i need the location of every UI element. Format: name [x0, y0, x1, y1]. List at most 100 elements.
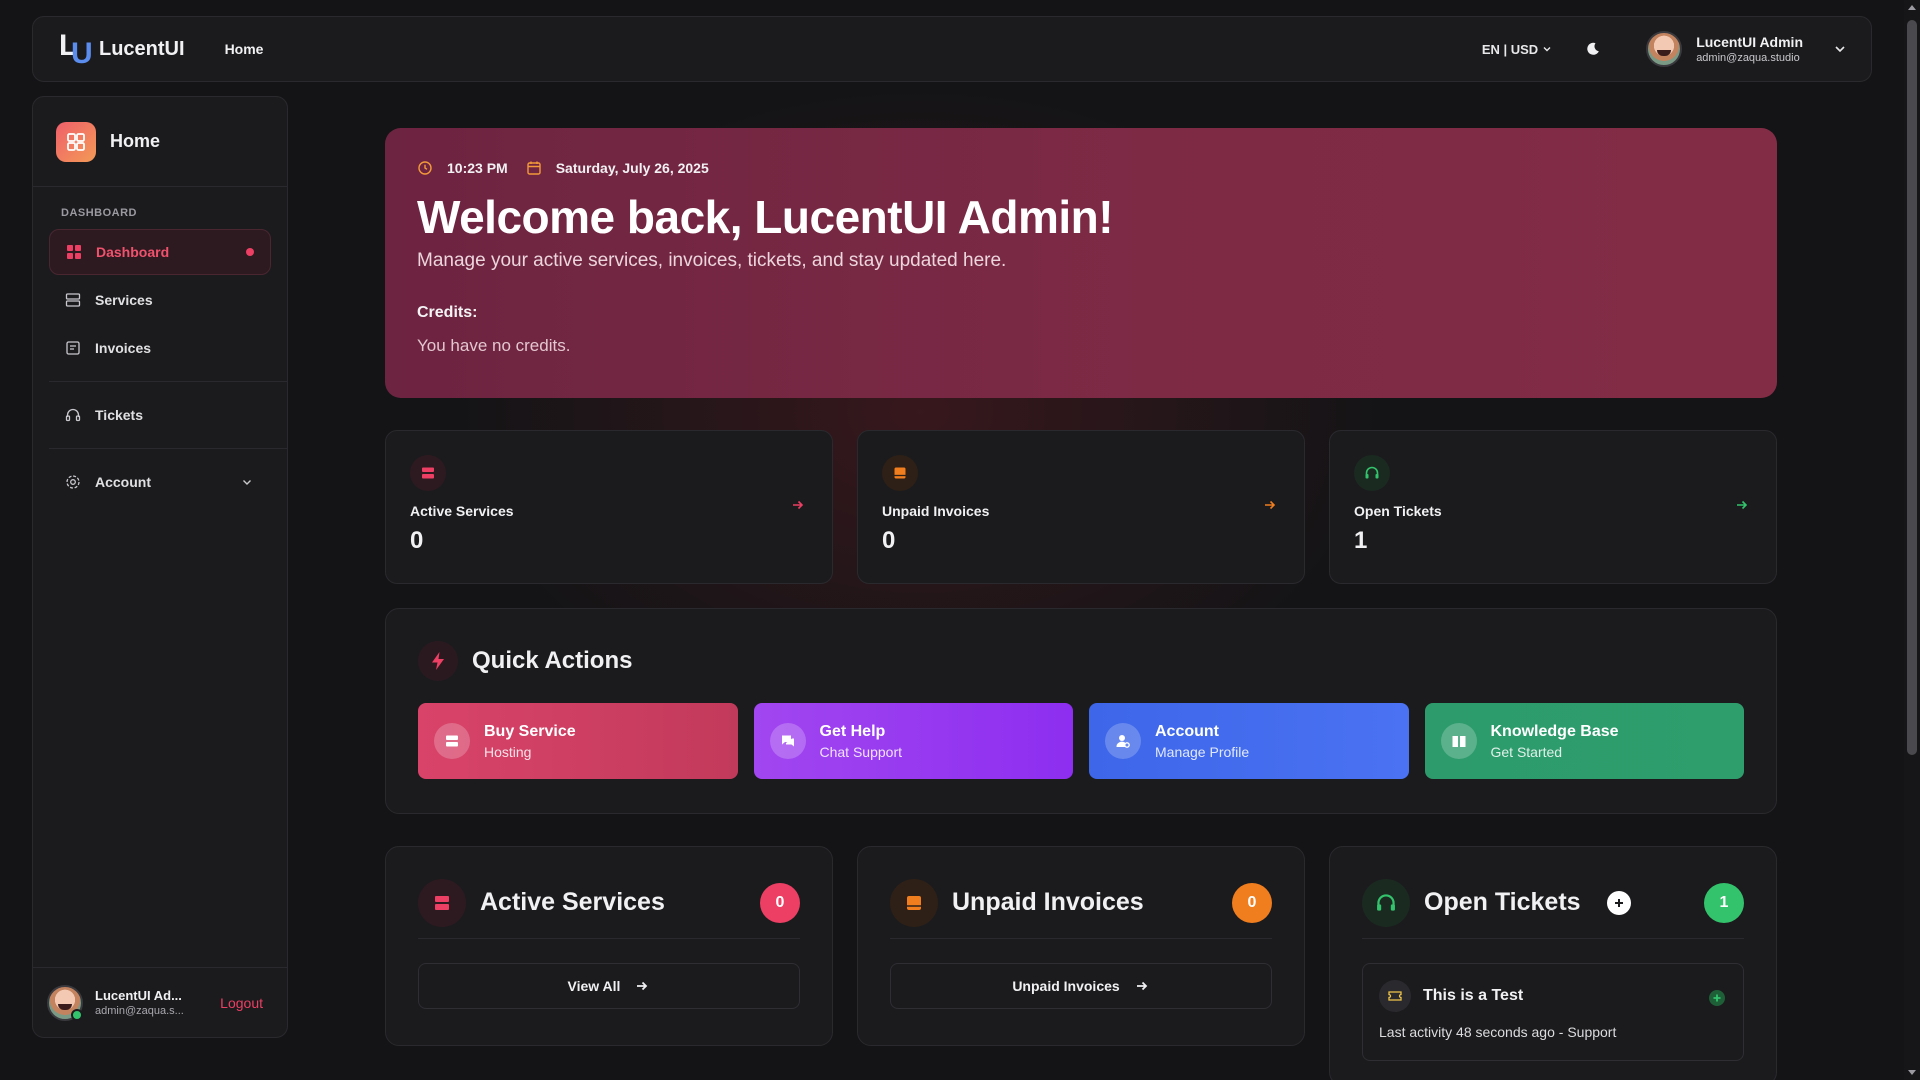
- current-date: Saturday, July 26, 2025: [555, 160, 709, 176]
- home-grid-icon: [56, 121, 96, 162]
- arrow-right-icon: [1136, 981, 1147, 991]
- current-time: 10:23 PM: [447, 160, 508, 176]
- action-title: Buy Service: [484, 722, 576, 740]
- plus-icon: [1614, 898, 1623, 907]
- sidebar-item-invoices[interactable]: Invoices: [49, 325, 271, 371]
- user-name: LucentUI Admin: [1696, 34, 1803, 50]
- count-badge: 1: [1704, 882, 1744, 923]
- welcome-subtitle: Manage your active services, invoices, t…: [417, 250, 1007, 271]
- ticket-icon: [1379, 980, 1411, 1012]
- ticket-title: This is a Test: [1423, 987, 1524, 1004]
- action-title: Account: [1155, 722, 1219, 740]
- count-badge: 0: [1232, 882, 1272, 923]
- credits-label: Credits:: [417, 304, 478, 321]
- quick-actions-panel: Quick Actions Buy Service Hosting Get Hel…: [385, 608, 1777, 814]
- knowledge-base-button[interactable]: Knowledge Base Get Started: [1424, 703, 1744, 779]
- server-icon: [65, 293, 81, 307]
- sidebar-section-label: DASHBOARD: [61, 207, 137, 219]
- panel-title: Open Tickets: [1424, 888, 1581, 916]
- page-scrollbar[interactable]: [1904, 0, 1920, 1080]
- chevron-down-icon: [243, 480, 251, 485]
- stat-card-unpaid-invoices[interactable]: Unpaid Invoices 0: [857, 430, 1305, 584]
- unpaid-invoices-panel: Unpaid Invoices 0 Unpaid Invoices: [857, 846, 1305, 1046]
- stat-value: 1: [1354, 527, 1368, 554]
- open-tickets-panel: Open Tickets 1 This is a Test Last activ…: [1329, 846, 1777, 1080]
- scroll-up-icon[interactable]: [1907, 2, 1917, 14]
- brand-name: LucentUI: [99, 37, 185, 60]
- add-ticket-button[interactable]: [1606, 890, 1631, 915]
- user-menu[interactable]: LucentUI Admin admin@zaqua.studio: [1646, 31, 1847, 67]
- headset-icon: [65, 408, 81, 422]
- action-subtitle: Manage Profile: [1155, 743, 1250, 760]
- ticket-meta: Last activity 48 seconds ago - Support: [1379, 1024, 1617, 1040]
- clock-icon: [418, 161, 432, 175]
- sidebar-item-tickets[interactable]: Tickets: [49, 392, 271, 438]
- stat-value: 0: [410, 527, 424, 554]
- dashboard-icon: [67, 245, 81, 259]
- moon-icon[interactable]: [1584, 40, 1602, 58]
- user-gear-icon: [1105, 723, 1141, 759]
- logout-button[interactable]: Logout: [220, 995, 263, 1011]
- server-icon: [410, 455, 446, 491]
- action-title: Get Help: [819, 722, 886, 740]
- sidebar-item-label: Tickets: [95, 407, 143, 423]
- arrow-right-icon: [637, 981, 648, 991]
- nav-home-link[interactable]: Home: [225, 41, 264, 57]
- brand-logo[interactable]: LU LucentUI: [57, 29, 185, 70]
- invoice-icon: [882, 455, 918, 491]
- sidebar-item-services[interactable]: Services: [49, 277, 271, 323]
- quick-actions-title: Quick Actions: [472, 647, 633, 674]
- ticket-status-icon: [1709, 990, 1725, 1006]
- scroll-down-icon[interactable]: [1907, 1066, 1917, 1078]
- stat-label: Open Tickets: [1354, 503, 1442, 519]
- sidebar-item-label: Account: [95, 474, 151, 490]
- panel-title: Unpaid Invoices: [952, 888, 1144, 916]
- invoice-icon: [66, 341, 80, 355]
- headset-icon: [1354, 455, 1390, 491]
- stat-value: 0: [882, 527, 896, 554]
- sidebar-item-label: Dashboard: [96, 244, 170, 260]
- scrollbar-thumb[interactable]: [1907, 20, 1917, 755]
- user-email: admin@zaqua.studio: [1696, 52, 1800, 64]
- sidebar-divider: [49, 448, 287, 449]
- action-subtitle: Chat Support: [819, 743, 903, 760]
- welcome-title: Welcome back, LucentUI Admin!: [417, 191, 1114, 243]
- unpaid-invoices-button[interactable]: Unpaid Invoices: [890, 963, 1272, 1009]
- sidebar-item-label: Invoices: [95, 340, 152, 356]
- panel-title: Active Services: [480, 888, 665, 916]
- user-avatar: [47, 984, 83, 1021]
- locale-currency-selector[interactable]: EN | USD: [1482, 42, 1552, 57]
- credits-value: You have no credits.: [417, 336, 571, 355]
- stat-label: Unpaid Invoices: [882, 503, 990, 519]
- button-label: Unpaid Invoices: [1012, 978, 1120, 994]
- get-help-button[interactable]: Get Help Chat Support: [753, 703, 1073, 779]
- active-indicator-dot: [246, 248, 254, 256]
- sidebar-user-footer: LucentUI Ad... admin@zaqua.s... Logout: [33, 967, 287, 1037]
- sidebar-item-dashboard[interactable]: Dashboard: [49, 229, 271, 275]
- count-badge: 0: [760, 882, 800, 923]
- sidebar-divider: [49, 381, 287, 382]
- chevron-down-icon: [1835, 46, 1845, 53]
- stat-card-active-services[interactable]: Active Services 0: [385, 430, 833, 584]
- logo-mark-icon: LU: [59, 29, 93, 70]
- sidebar-item-label: Services: [95, 292, 153, 308]
- action-subtitle: Get Started: [1490, 743, 1563, 760]
- gear-icon: [66, 475, 80, 489]
- welcome-banner: 10:23 PM Saturday, July 26, 2025 Welcome…: [385, 128, 1777, 398]
- button-label: View All: [567, 978, 621, 994]
- calendar-icon: [527, 161, 541, 175]
- chat-icon: [769, 723, 806, 759]
- action-title: Knowledge Base: [1490, 722, 1619, 740]
- book-icon: [1440, 723, 1477, 759]
- sidebar-item-account[interactable]: Account: [49, 459, 271, 505]
- account-button[interactable]: Account Manage Profile: [1089, 703, 1409, 779]
- view-all-button[interactable]: View All: [418, 963, 800, 1009]
- invoice-icon: [890, 878, 938, 927]
- server-icon: [434, 723, 470, 759]
- arrow-right-icon: [1265, 500, 1276, 510]
- stat-card-open-tickets[interactable]: Open Tickets 1: [1329, 430, 1777, 584]
- buy-service-button[interactable]: Buy Service Hosting: [418, 703, 738, 779]
- locale-label: EN | USD: [1481, 41, 1539, 57]
- ticket-item[interactable]: This is a Test Last activity 48 seconds …: [1362, 963, 1744, 1061]
- sidebar-header: Home: [33, 97, 287, 187]
